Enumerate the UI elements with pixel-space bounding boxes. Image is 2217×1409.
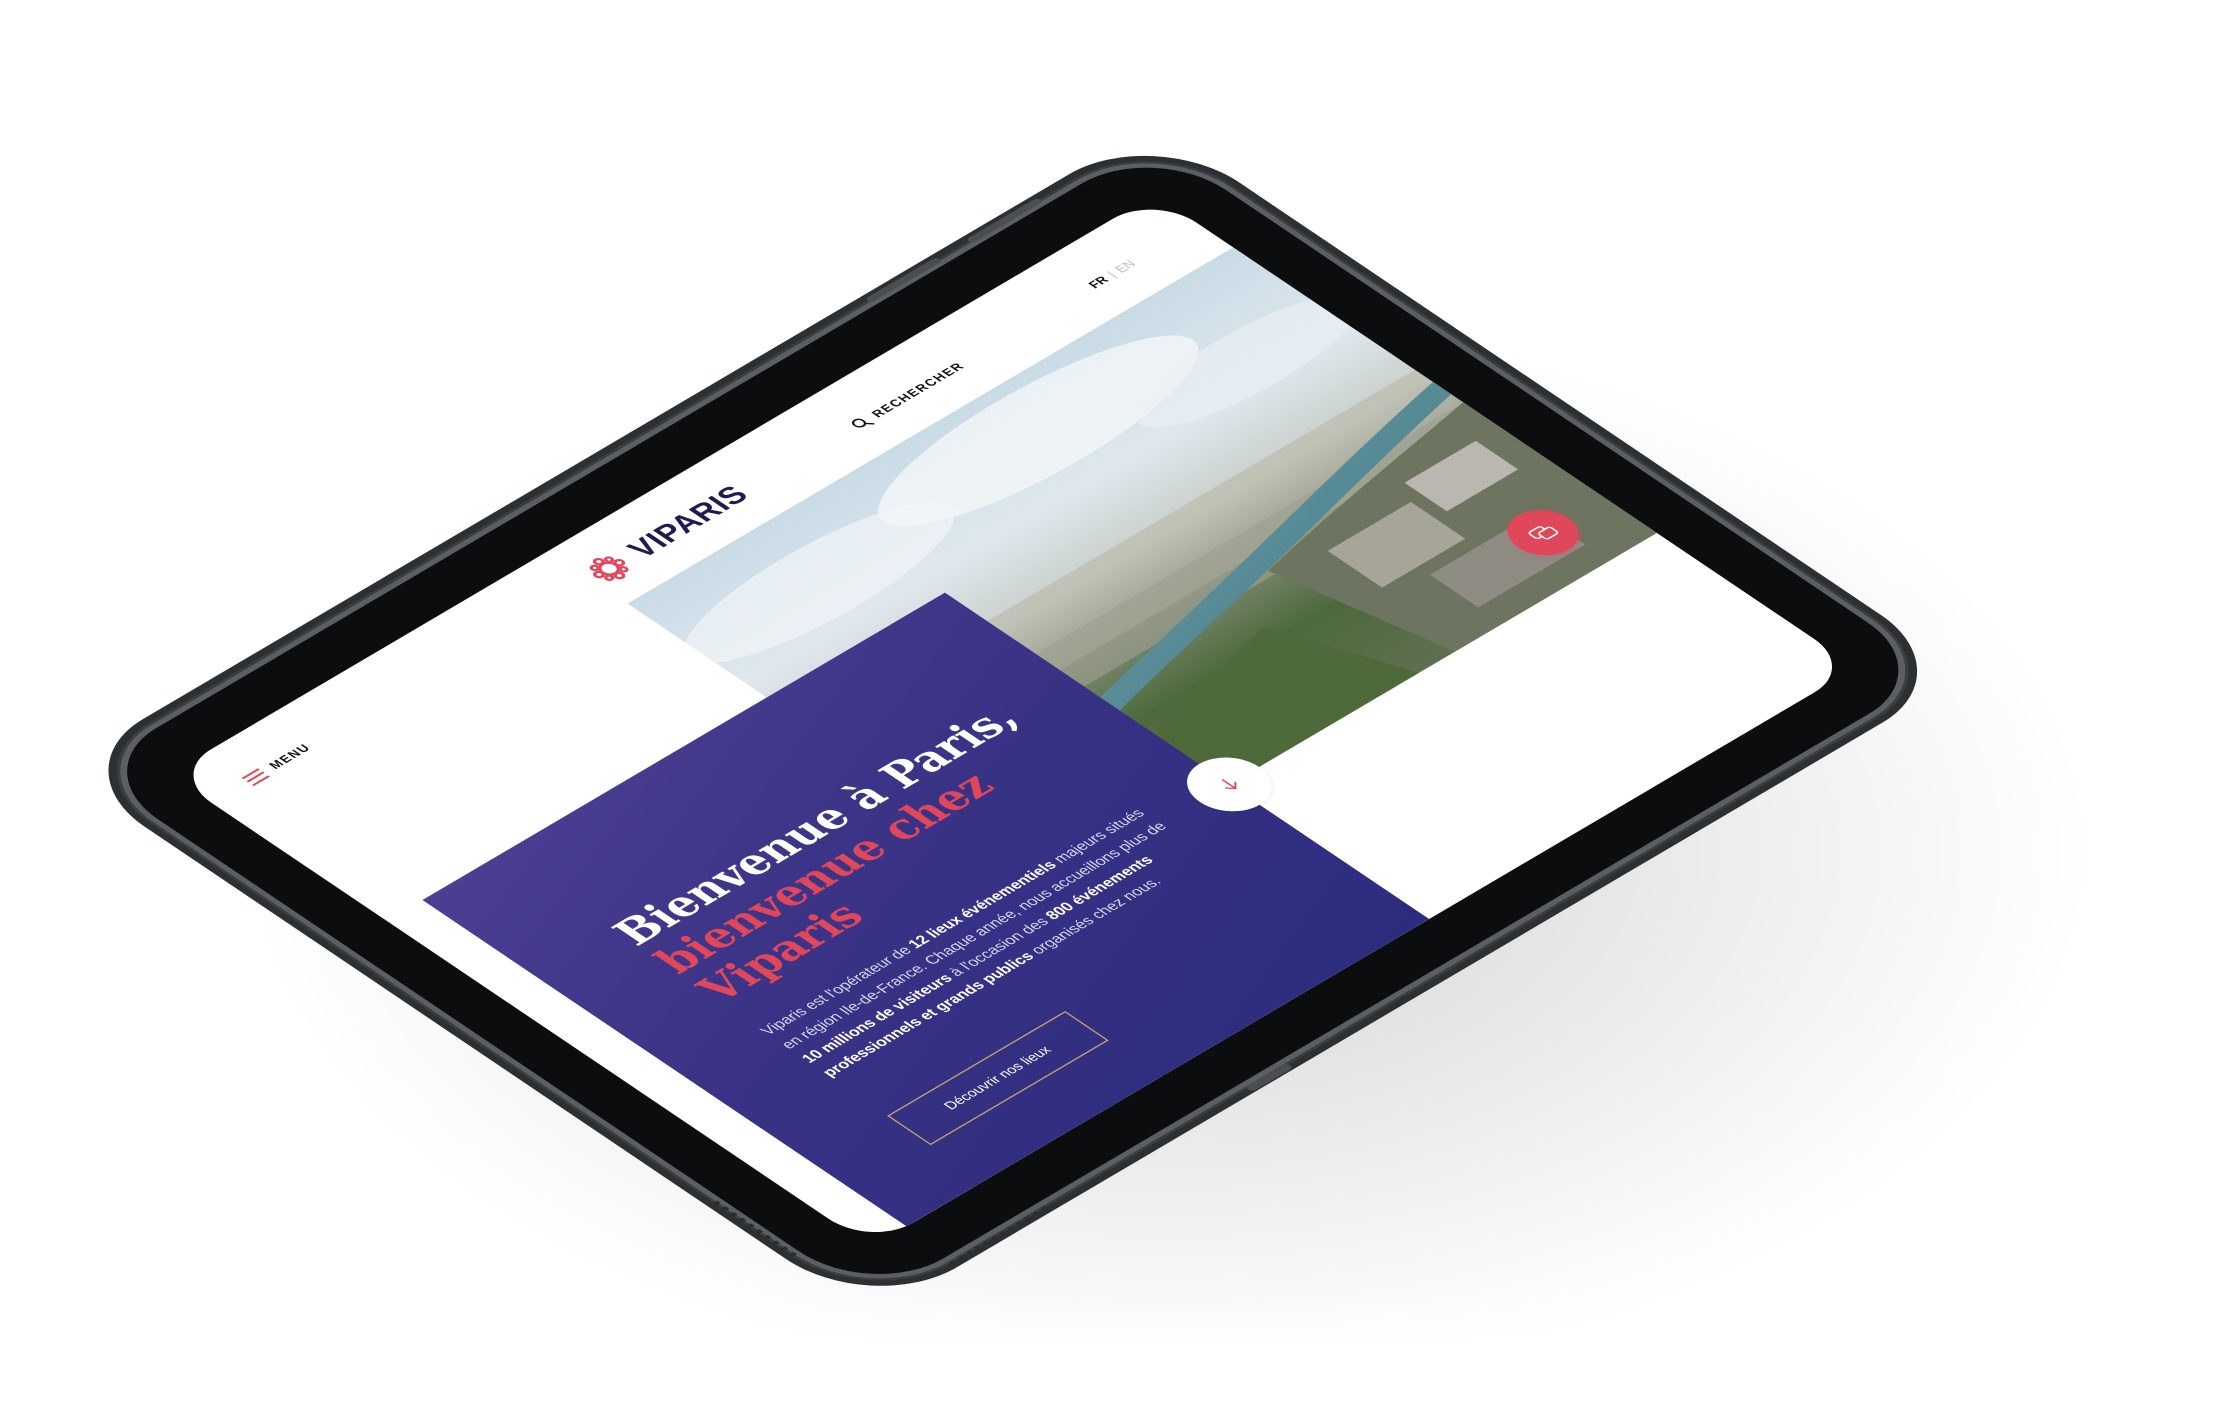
lang-fr[interactable]: FR: [1085, 274, 1111, 291]
menu-label: MENU: [265, 741, 315, 772]
menu-button[interactable]: MENU: [241, 742, 315, 787]
lang-en[interactable]: EN: [1112, 258, 1139, 275]
hamburger-icon: [241, 768, 270, 786]
language-switcher: FR|EN: [1085, 258, 1139, 291]
arrow-down-icon: [1221, 779, 1237, 790]
chat-icon: [1528, 526, 1559, 540]
search-icon: [852, 418, 875, 428]
